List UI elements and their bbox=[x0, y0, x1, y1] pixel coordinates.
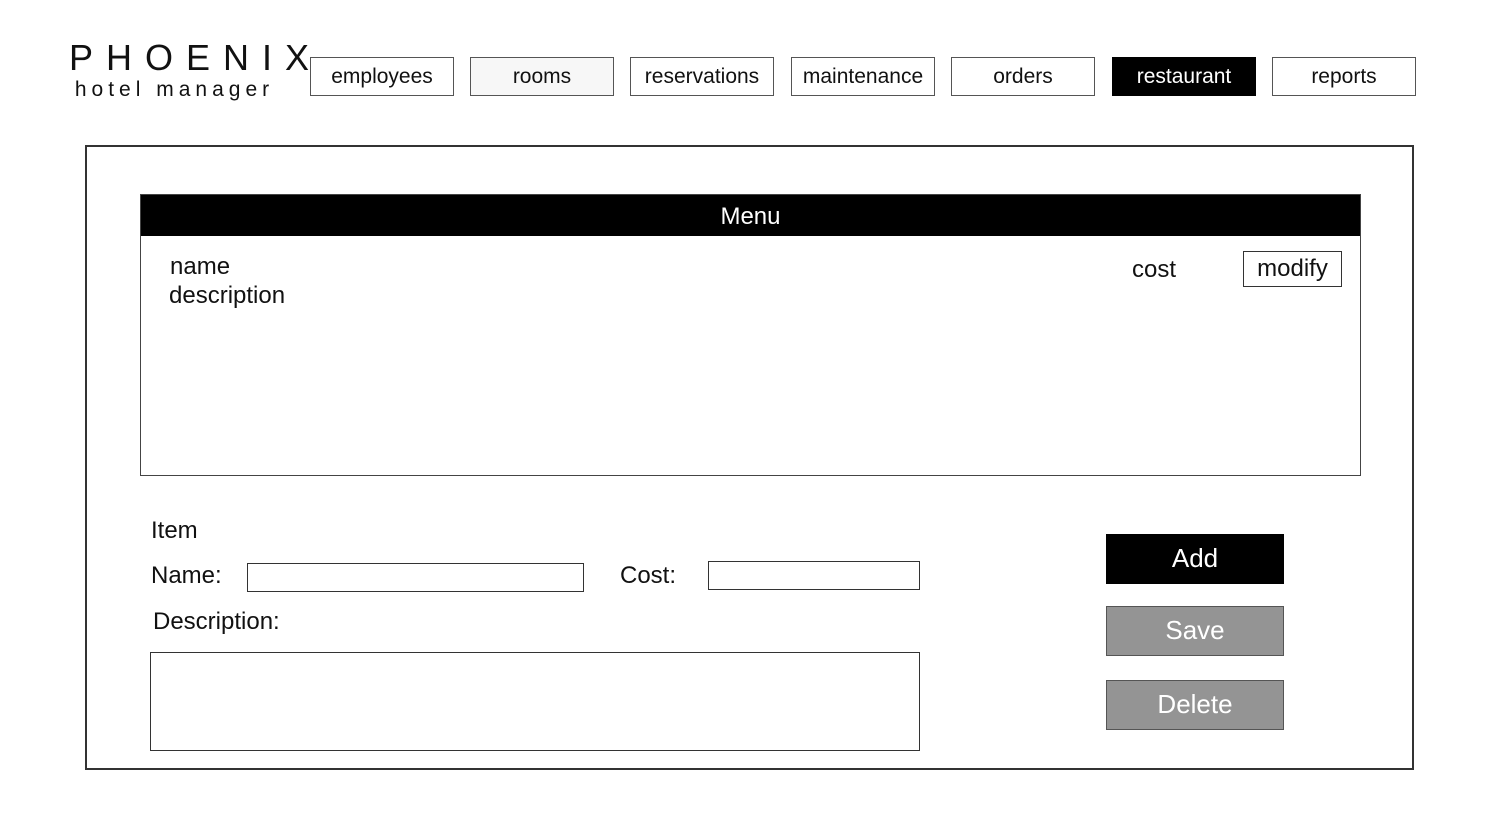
delete-button[interactable]: Delete bbox=[1106, 680, 1284, 730]
logo-subtitle: hotel manager bbox=[74, 78, 275, 101]
menu-column-name: name bbox=[170, 253, 231, 280]
add-button[interactable]: Add bbox=[1106, 534, 1284, 584]
nav-reports[interactable]: reports bbox=[1272, 57, 1416, 96]
nav-employees[interactable]: employees bbox=[310, 57, 454, 96]
nav-orders[interactable]: orders bbox=[951, 57, 1095, 96]
nav-reservations[interactable]: reservations bbox=[630, 57, 774, 96]
name-label: Name: bbox=[151, 562, 222, 589]
item-section-label: Item bbox=[151, 517, 198, 544]
logo-title: PHOENIX bbox=[69, 37, 323, 78]
cost-input[interactable] bbox=[708, 561, 920, 590]
save-button[interactable]: Save bbox=[1106, 606, 1284, 656]
description-textarea[interactable] bbox=[150, 652, 920, 751]
nav-restaurant[interactable]: restaurant bbox=[1112, 57, 1256, 96]
app-logo: PHOENIX hotel manager bbox=[56, 37, 323, 102]
description-label: Description: bbox=[153, 608, 280, 635]
menu-column-description: description bbox=[169, 282, 286, 309]
menu-column-cost: cost bbox=[1132, 256, 1177, 283]
menu-header: Menu bbox=[141, 195, 1360, 236]
menu-list: Menu name description cost modify bbox=[140, 194, 1361, 476]
nav-maintenance[interactable]: maintenance bbox=[791, 57, 935, 96]
modify-button[interactable]: modify bbox=[1243, 251, 1342, 287]
nav-rooms[interactable]: rooms bbox=[470, 57, 614, 96]
name-input[interactable] bbox=[247, 563, 584, 592]
cost-label: Cost: bbox=[620, 562, 677, 589]
